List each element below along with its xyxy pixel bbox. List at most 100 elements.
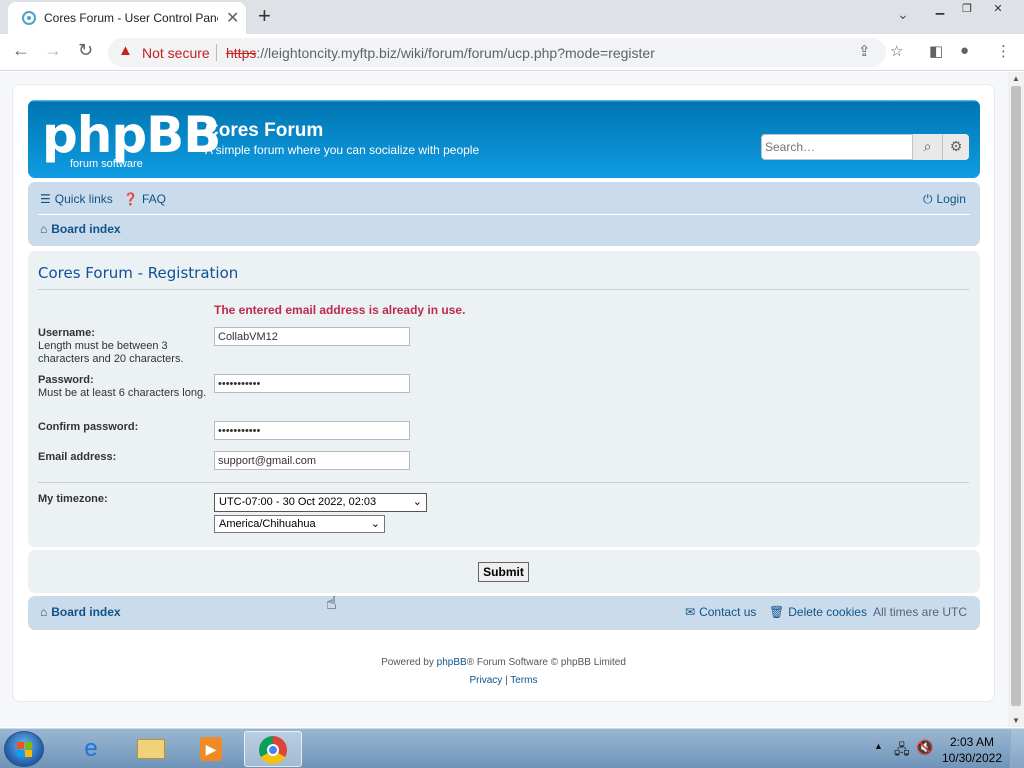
favicon-icon [22,11,36,25]
system-tray: ▲ 🖧 🔇 2:03 AM 10/30/2022 [864,729,1024,768]
forward-icon[interactable]: → [44,40,62,61]
scroll-up-icon[interactable]: ▲ [1012,74,1020,83]
search-box: ⌕ ⚙ [761,134,969,160]
email-field[interactable]: support@gmail.com [214,451,410,470]
new-tab-button[interactable]: + [258,3,271,29]
faq-link[interactable]: ❓ FAQ [123,192,166,206]
minimize-icon[interactable]: ▁ [928,2,952,20]
envelope-icon: ✉ [685,605,696,619]
start-button[interactable] [4,731,44,767]
password-explain: Must be at least 6 characters long. [38,387,207,399]
confirm-password-field[interactable]: ••••••••••• [214,421,410,440]
power-icon: ⏻ [923,192,933,206]
breadcrumb-board-index[interactable]: ⌂ Board index [40,222,121,236]
clock-date: 10/30/2022 [941,751,1002,765]
copyright-text: ® Forum Software © phpBB Limited [466,657,626,668]
window-close-icon[interactable]: ✕ [984,2,1012,20]
username-field[interactable]: CollabVM12 [214,327,410,346]
submit-panel: Submit [28,550,980,593]
email-label: Email address: [38,451,117,463]
navbar: ☰ Quick links ❓ FAQ ⏻ Login ⌂ Board index [28,182,980,246]
login-link[interactable]: ⏻ Login [923,192,966,207]
password-field[interactable]: ••••••••••• [214,374,410,393]
username-label: Username: [38,327,95,339]
menu-icon[interactable]: ⋮ [996,42,1011,60]
delete-cookies-link[interactable]: 🗑 Delete cookies [769,605,867,619]
scrollbar-thumb[interactable] [1011,86,1021,706]
reload-icon[interactable]: ↻ [78,40,93,61]
taskbar: e ▶ ▲ 🖧 🔇 2:03 AM 10/30/2022 [0,728,1024,768]
windows-logo-icon [17,742,33,758]
registration-panel: Cores Forum - Registration The entered e… [28,251,980,547]
confirm-password-label: Confirm password: [38,421,139,433]
page-wrap: phpBB forum software Cores Forum A simpl… [12,84,995,702]
phpbb-logo[interactable]: phpBB forum software [42,106,221,170]
contact-us-link[interactable]: ✉ Contact us [685,605,756,619]
footer-links: Privacy | Terms [13,675,994,686]
address-bar[interactable]: ▲ Not secure https://leightoncity.myftp.… [108,38,886,67]
restore-icon[interactable]: ❐ [955,2,979,20]
navbar-divider [38,214,970,215]
password-label: Password: [38,374,94,386]
internet-explorer-icon: e [84,735,98,762]
logo-text: phpBB [42,106,221,164]
scroll-down-icon[interactable]: ▼ [1012,716,1020,725]
security-label[interactable]: Not secure [142,45,210,61]
powered-by-text: Powered by [381,657,437,668]
logo-subtext: forum software [70,158,143,170]
home-icon: ⌂ [40,222,48,236]
timezone-offset-select[interactable]: UTC-07:00 - 30 Oct 2022, 02:03 ⌄ [214,493,427,512]
profile-icon[interactable]: ● [960,42,969,59]
error-message: The entered email address is already in … [214,303,466,317]
divider [38,289,969,290]
hand-cursor-icon: ☝ [326,593,337,613]
advanced-search-gear-icon[interactable]: ⚙ [942,134,969,160]
divider [38,482,969,483]
site-description: A simple forum where you can socialize w… [205,143,480,157]
browser-toolbar: ← → ↻ ▲ Not secure https://leightoncity.… [0,34,1024,71]
timezone-zone-select[interactable]: America/Chihuahua ⌄ [214,515,385,533]
clock[interactable]: 2:03 AM 10/30/2022 [942,734,1002,766]
browser-tabstrip: Cores Forum - User Control Panel ✕ + ⌄ ▁… [0,0,1024,34]
volume-muted-icon[interactable]: 🔇 [916,739,933,756]
taskbar-internet-explorer[interactable]: e [62,731,120,767]
tab-search-icon[interactable]: ⌄ [897,6,909,23]
tray-expand-icon[interactable]: ▲ [874,741,883,751]
bookmark-star-icon[interactable]: ☆ [890,42,903,60]
quick-links-menu[interactable]: ☰ Quick links [40,192,113,206]
share-icon[interactable]: ⇪ [858,42,871,60]
network-icon[interactable]: 🖧 [894,739,910,763]
taskbar-media-player[interactable]: ▶ [182,731,240,767]
show-desktop-button[interactable] [1010,729,1024,768]
search-input[interactable] [765,140,910,154]
phpbb-link[interactable]: phpBB [437,657,467,668]
page-title: Cores Forum - Registration [38,264,239,282]
warning-icon[interactable]: ▲ [118,42,133,59]
privacy-link[interactable]: Privacy [469,675,502,686]
close-tab-icon[interactable]: ✕ [226,8,239,28]
timezone-note: All times are UTC [873,605,968,619]
url-text[interactable]: https://leightoncity.myftp.biz/wiki/foru… [226,45,655,61]
back-icon[interactable]: ← [12,40,30,61]
browser-tab[interactable]: Cores Forum - User Control Panel ✕ [8,2,246,34]
taskbar-explorer[interactable] [122,731,180,767]
tab-title: Cores Forum - User Control Panel [44,11,218,25]
terms-link[interactable]: Terms [510,675,537,686]
taskbar-chrome[interactable] [244,731,302,767]
search-icon[interactable]: ⌕ [912,134,942,160]
chrome-icon [259,736,287,764]
chevron-down-icon: ⌄ [370,518,380,530]
timezone-offset-value: UTC-07:00 - 30 Oct 2022, 02:03 [219,496,377,508]
site-header: phpBB forum software Cores Forum A simpl… [28,100,980,178]
link-separator: | [505,675,508,686]
footer-navbar: ⌂ Board index ✉ Contact us 🗑 Delete cookies… [28,596,980,630]
folder-icon [137,739,165,759]
timezone-label: My timezone: [38,493,108,505]
chevron-down-icon: ⌄ [412,496,422,508]
side-panel-icon[interactable]: ◧ [929,42,943,60]
page-scrollbar[interactable]: ▲ ▼ [1008,72,1024,727]
submit-button[interactable]: Submit [478,562,529,582]
page-viewport: phpBB forum software Cores Forum A simpl… [0,72,1008,727]
hamburger-icon: ☰ [40,192,51,206]
footer-board-index[interactable]: ⌂ Board index [40,605,121,619]
